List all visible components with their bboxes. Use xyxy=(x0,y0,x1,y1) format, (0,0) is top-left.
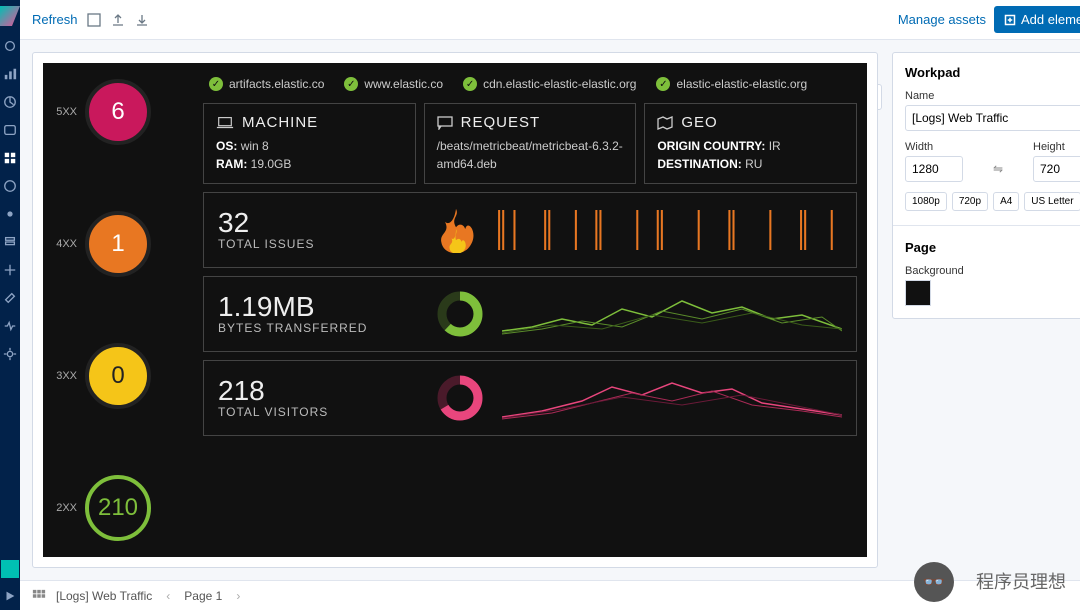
bytes-donut xyxy=(436,290,484,338)
status-5xx-label: 5XX xyxy=(53,106,77,118)
sidebar-maps-icon[interactable] xyxy=(2,178,18,194)
machine-card: MACHINE OS: win 8 RAM: 19.0GB xyxy=(203,103,416,184)
manage-assets-link[interactable]: Manage assets xyxy=(898,12,986,27)
width-input[interactable] xyxy=(905,156,963,182)
issues-value: 32 xyxy=(218,209,418,237)
visitors-metric-row: 218 TOTAL VISITORS xyxy=(203,360,857,436)
grid-icon[interactable] xyxy=(32,589,46,603)
footer-workpad-name: [Logs] Web Traffic xyxy=(56,589,152,603)
background-label: Background xyxy=(905,265,1080,277)
workpad-canvas-container: 5XX 6 4XX 1 3XX 0 2XX 210 xyxy=(32,52,878,568)
status-4xx-row: 4XX 1 xyxy=(53,211,193,277)
host-1: ✓www.elastic.co xyxy=(344,77,443,91)
status-3xx-label: 3XX xyxy=(53,370,77,382)
main-area: Refresh Manage assets Add element Last 2… xyxy=(20,0,1080,610)
request-card: REQUEST /beats/metricbeat/metricbeat-6.3… xyxy=(424,103,637,184)
visitors-sparkline xyxy=(502,373,842,423)
chat-icon xyxy=(437,116,453,130)
status-2xx-row: 2XX 210 xyxy=(53,475,193,541)
workpad-name-input[interactable] xyxy=(905,105,1080,131)
app-sidebar xyxy=(0,0,20,610)
bytes-value: 1.19MB xyxy=(218,293,418,321)
add-element-label: Add element xyxy=(1021,12,1080,27)
status-2xx-ring: 210 xyxy=(85,475,151,541)
watermark-text: 程序员理想 xyxy=(976,568,1066,594)
size-presets: 1080p 720p A4 US Letter xyxy=(905,192,1080,211)
status-3xx-ring: 0 xyxy=(85,343,151,409)
watermark-avatar-icon: 👓 xyxy=(914,562,954,602)
preset-720p[interactable]: 720p xyxy=(952,192,988,211)
content-row: Last 24 hours 5XX 6 4XX 1 3XX 0 xyxy=(20,40,1080,580)
settings-panel: Workpad Name Width ⇋ Height 1080p 720p xyxy=(892,52,1080,319)
status-5xx-ring: 6 xyxy=(85,79,151,145)
issues-label: TOTAL ISSUES xyxy=(218,237,418,251)
check-icon: ✓ xyxy=(344,77,358,91)
prev-page-button[interactable]: ‹ xyxy=(162,589,174,603)
height-label: Height xyxy=(1033,141,1080,153)
visitors-label: TOTAL VISITORS xyxy=(218,405,418,419)
add-element-button[interactable]: Add element xyxy=(994,6,1080,33)
status-code-column: 5XX 6 4XX 1 3XX 0 2XX 210 xyxy=(53,73,193,547)
kibana-logo-icon[interactable] xyxy=(0,6,20,26)
sidebar-timelion-icon[interactable] xyxy=(2,122,18,138)
sidebar-discover-icon[interactable] xyxy=(2,38,18,54)
bytes-label: BYTES TRANSFERRED xyxy=(218,321,418,335)
sidebar-collapse-icon[interactable] xyxy=(1,560,19,578)
background-color-swatch[interactable] xyxy=(905,280,931,306)
next-page-button[interactable]: › xyxy=(232,589,244,603)
visitors-value: 218 xyxy=(218,377,418,405)
metrics-column: ✓artifacts.elastic.co ✓www.elastic.co ✓c… xyxy=(203,73,857,547)
top-toolbar: Refresh Manage assets Add element xyxy=(20,0,1080,40)
status-4xx-ring: 1 xyxy=(85,211,151,277)
name-label: Name xyxy=(905,90,1080,102)
preset-1080p[interactable]: 1080p xyxy=(905,192,947,211)
sidebar-apm-icon[interactable] xyxy=(2,262,18,278)
host-2: ✓cdn.elastic-elastic-elastic.org xyxy=(463,77,636,91)
workpad-canvas[interactable]: 5XX 6 4XX 1 3XX 0 2XX 210 xyxy=(43,63,867,557)
geo-card: GEO ORIGIN COUNTRY: IR DESTINATION: RU xyxy=(644,103,857,184)
sidebar-play-icon[interactable] xyxy=(2,588,18,604)
host-3: ✓elastic-elastic-elastic.org xyxy=(656,77,807,91)
page-heading: Page xyxy=(905,240,1080,255)
export-icon[interactable] xyxy=(110,12,126,28)
sidebar-dashboard-icon[interactable] xyxy=(2,94,18,110)
issues-metric-row: 32 TOTAL ISSUES xyxy=(203,192,857,268)
bytes-metric-row: 1.19MB BYTES TRANSFERRED xyxy=(203,276,857,352)
flame-icon xyxy=(436,207,476,253)
bytes-sparkline xyxy=(502,289,842,339)
sidebar-monitoring-icon[interactable] xyxy=(2,318,18,334)
hosts-row: ✓artifacts.elastic.co ✓www.elastic.co ✓c… xyxy=(203,73,857,95)
check-icon: ✓ xyxy=(209,77,223,91)
issues-barcode xyxy=(494,205,842,255)
fullscreen-icon[interactable] xyxy=(86,12,102,28)
check-icon: ✓ xyxy=(656,77,670,91)
preset-usletter[interactable]: US Letter xyxy=(1024,192,1080,211)
sidebar-devtools-icon[interactable] xyxy=(2,290,18,306)
sidebar-visualize-icon[interactable] xyxy=(2,66,18,82)
footer-page-label: Page 1 xyxy=(184,589,222,603)
host-0: ✓artifacts.elastic.co xyxy=(209,77,324,91)
status-3xx-row: 3XX 0 xyxy=(53,343,193,409)
preset-a4[interactable]: A4 xyxy=(993,192,1019,211)
sidebar-ml-icon[interactable] xyxy=(2,206,18,222)
status-2xx-label: 2XX xyxy=(53,502,77,514)
sidebar-canvas-icon[interactable] xyxy=(2,150,18,166)
height-input[interactable] xyxy=(1033,156,1080,182)
laptop-icon xyxy=(216,116,234,130)
workpad-heading: Workpad xyxy=(905,65,1080,80)
info-cards-row: MACHINE OS: win 8 RAM: 19.0GB REQUEST /b… xyxy=(203,103,857,184)
download-icon[interactable] xyxy=(134,12,150,28)
sidebar-management-icon[interactable] xyxy=(2,346,18,362)
refresh-link[interactable]: Refresh xyxy=(32,12,78,27)
status-5xx-row: 5XX 6 xyxy=(53,79,193,145)
visitors-donut xyxy=(436,374,484,422)
map-icon xyxy=(657,116,673,130)
swap-dimensions-icon[interactable]: ⇋ xyxy=(969,162,1027,182)
sidebar-infra-icon[interactable] xyxy=(2,234,18,250)
check-icon: ✓ xyxy=(463,77,477,91)
width-label: Width xyxy=(905,141,963,153)
status-4xx-label: 4XX xyxy=(53,238,77,250)
